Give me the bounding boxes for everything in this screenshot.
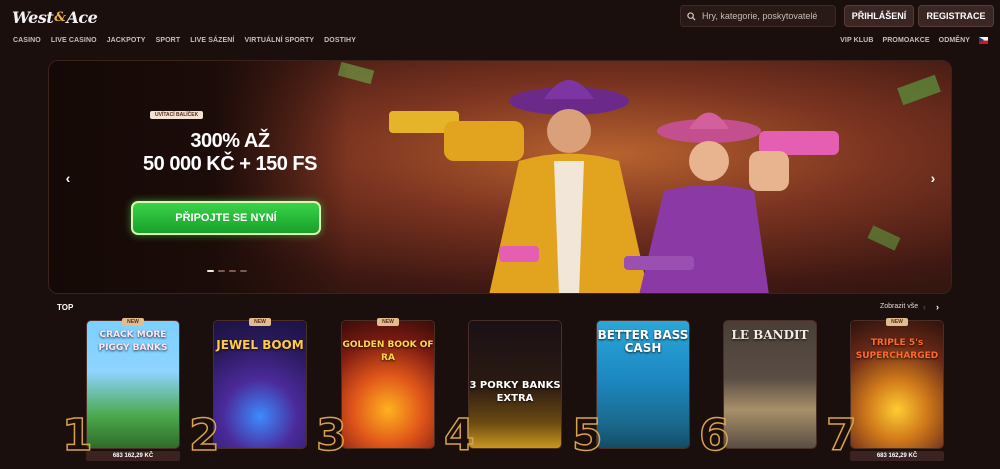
rank-number: 5 [571, 410, 603, 461]
nav-live-betting[interactable]: LIVE SÁZENÍ [190, 37, 234, 44]
chevron-right-icon[interactable]: › [936, 302, 939, 312]
logo-ampersand: & [54, 9, 66, 25]
carousel-dot[interactable] [229, 270, 236, 272]
search-icon [687, 11, 696, 21]
welcome-package-badge: UVÍTACÍ BALÍČEK [150, 111, 204, 119]
main-nav: CASINO LIVE CASINO JACKPOTY SPORT LIVE S… [0, 34, 1000, 50]
join-now-button[interactable]: PŘIPOJTE SE NYNÍ [131, 201, 321, 235]
section-title-top: TOP [57, 303, 74, 312]
jackpot-amount: 683 162,29 KČ [850, 451, 944, 461]
register-button[interactable]: REGISTRACE [918, 5, 994, 27]
nav-right: VIP KLUB PROMOAKCE ODMĚNY [840, 37, 988, 44]
game-card[interactable]: 3 PORKY BANKS EXTRA [468, 320, 562, 449]
hero-banner[interactable] [48, 60, 952, 294]
game-title: LE BANDIT [731, 328, 809, 342]
nav-promotions[interactable]: PROMOAKCE [882, 37, 929, 44]
banner-text-overlay [49, 61, 349, 293]
headline-line-1: 300% AŽ [190, 130, 270, 152]
game-title: JEWEL BOOM [216, 338, 304, 352]
jackpot-amount: 683 162,29 KČ [86, 451, 180, 461]
nav-virtual-sports[interactable]: VIRTUÁLNÍ SPORTY [244, 37, 314, 44]
game-title: CRACK MORE PIGGY BANKS [98, 330, 168, 353]
nav-vip-club[interactable]: VIP KLUB [840, 37, 873, 44]
carousel-dot[interactable] [218, 270, 225, 272]
new-badge: NEW [377, 318, 399, 326]
rank-number: 3 [315, 410, 347, 461]
carousel-dots [207, 270, 247, 272]
rank-number: 2 [188, 410, 220, 461]
logo-text-west: West [12, 7, 54, 27]
new-badge: NEW [886, 318, 908, 326]
chevron-left-icon[interactable]: ‹ [923, 302, 926, 312]
rank-number: 7 [825, 410, 857, 461]
chevron-right-icon[interactable]: › [926, 170, 940, 186]
game-title: BETTER BASS CASH [597, 328, 689, 355]
carousel-dot[interactable] [240, 270, 247, 272]
game-title: GOLDEN BOOK OF RA [342, 340, 434, 363]
chevron-left-icon[interactable]: ‹ [61, 170, 75, 186]
new-badge: NEW [122, 318, 144, 326]
nav-sport[interactable]: SPORT [156, 37, 181, 44]
game-card[interactable]: CRACK MORE PIGGY BANKS [86, 320, 180, 449]
rank-number: 6 [698, 410, 730, 461]
nav-jackpots[interactable]: JACKPOTY [107, 37, 146, 44]
game-title: 3 PORKY BANKS EXTRA [469, 380, 561, 404]
game-card[interactable]: JEWEL BOOM [213, 320, 307, 449]
logo-text-ace: Ace [66, 7, 98, 27]
banner-headline: 300% AŽ 50 000 KČ + 150 FS [110, 130, 350, 176]
game-card[interactable]: GOLDEN BOOK OF RA [341, 320, 435, 449]
search-input[interactable] [702, 11, 832, 21]
view-all-link[interactable]: Zobrazit vše [880, 303, 918, 310]
new-badge: NEW [249, 318, 271, 326]
nav-rewards[interactable]: ODMĚNY [939, 37, 970, 44]
logo[interactable]: West & Ace [12, 6, 98, 28]
nav-live-casino[interactable]: LIVE CASINO [51, 37, 97, 44]
nav-casino[interactable]: CASINO [13, 37, 41, 44]
czech-flag-icon[interactable] [979, 37, 988, 44]
headline-line-2: 50 000 KČ + 150 FS [143, 153, 317, 175]
game-card[interactable]: TRIPLE 5's SUPERCHARGED [850, 320, 944, 449]
nav-horse-racing[interactable]: DOSTIHY [324, 37, 356, 44]
login-button[interactable]: PŘIHLÁŠENÍ [844, 5, 914, 27]
header: West & Ace PŘIHLÁŠENÍ REGISTRACE [0, 0, 1000, 34]
search-box[interactable] [680, 5, 836, 27]
rank-number: 4 [443, 410, 475, 461]
game-card[interactable]: LE BANDIT [723, 320, 817, 449]
carousel-dot[interactable] [207, 270, 214, 272]
rank-number: 1 [61, 410, 93, 461]
game-title: TRIPLE 5's SUPERCHARGED [855, 338, 939, 361]
game-card[interactable]: BETTER BASS CASH [596, 320, 690, 449]
nav-left: CASINO LIVE CASINO JACKPOTY SPORT LIVE S… [13, 37, 356, 44]
